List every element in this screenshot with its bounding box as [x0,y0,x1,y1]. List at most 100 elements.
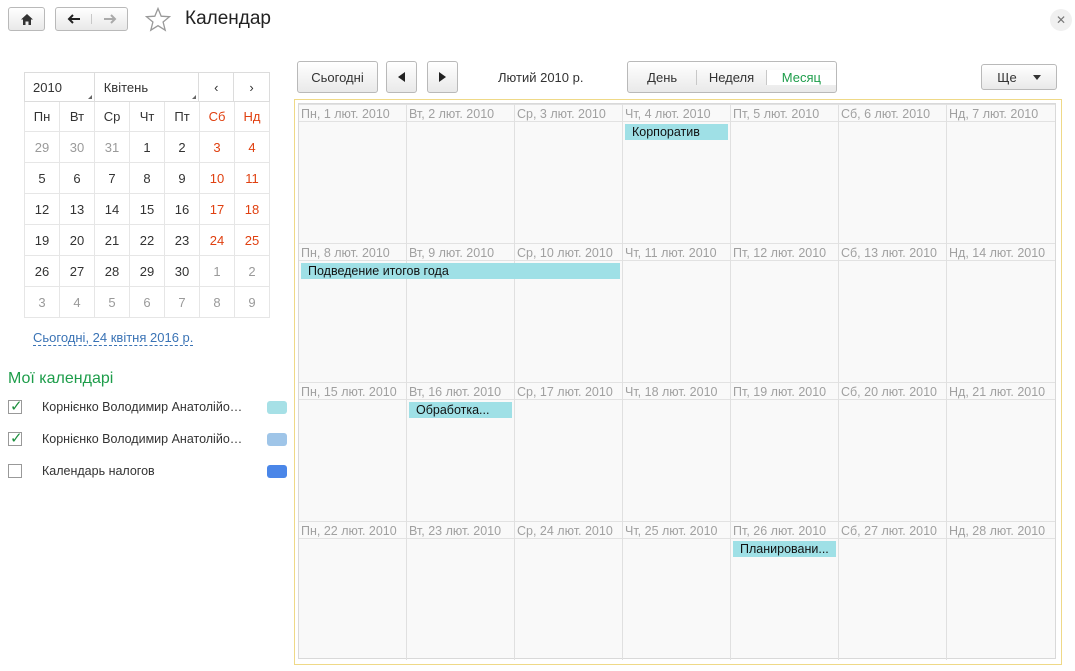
view-tab[interactable]: День [628,70,696,85]
forward-button[interactable] [91,14,127,24]
mini-calendar-day[interactable]: 22 [130,225,165,256]
mini-calendar-day[interactable]: 28 [95,256,130,287]
mini-calendar-day[interactable]: 9 [165,163,200,194]
calendar-day-cell[interactable]: Пт, 12 лют. 2010 [731,243,839,382]
mini-calendar-day[interactable]: 5 [25,163,60,194]
mini-calendar-day[interactable]: 16 [165,194,200,225]
mini-calendar-day[interactable]: 24 [200,225,235,256]
calendar-checkbox[interactable]: ✓ [8,430,23,447]
calendar-color-swatch[interactable] [267,432,287,446]
mini-calendar-day[interactable]: 6 [130,287,165,318]
day-header: Вт, 9 лют. 2010 [407,243,514,261]
calendar-day-cell[interactable]: Ср, 24 лют. 2010 [515,521,623,660]
mini-calendar-day[interactable]: 8 [130,163,165,194]
more-menu-button[interactable]: Ще [981,64,1057,90]
calendar-event[interactable]: Планировани... [733,541,836,557]
mini-calendar-day[interactable]: 20 [60,225,95,256]
mini-next-button[interactable]: › [234,73,269,101]
mini-calendar-day[interactable]: 29 [25,132,60,163]
calendar-day-cell[interactable]: Нд, 21 лют. 2010 [947,382,1055,521]
month-field[interactable]: Квітень [95,73,200,101]
history-navigation [55,7,128,31]
calendar-day-cell[interactable]: Вт, 23 лют. 2010 [407,521,515,660]
calendar-checkbox[interactable]: ✓ [8,398,23,415]
home-button[interactable] [8,7,45,31]
mini-calendar-day[interactable]: 2 [165,132,200,163]
mini-calendar-day[interactable]: 23 [165,225,200,256]
calendar-day-cell[interactable]: Нд, 28 лют. 2010 [947,521,1055,660]
mini-calendar-day[interactable]: 17 [200,194,235,225]
mini-calendar-day[interactable]: 26 [25,256,60,287]
calendar-day-cell[interactable]: Сб, 6 лют. 2010 [839,104,947,243]
mini-calendar-day[interactable]: 1 [200,256,235,287]
mini-prev-button[interactable]: ‹ [199,73,235,101]
calendar-name[interactable]: Корнієнко Володимир Анатолійович [42,432,247,446]
mini-calendar-day[interactable]: 21 [95,225,130,256]
back-button[interactable] [56,14,91,24]
calendar-day-cell[interactable]: Нд, 7 лют. 2010 [947,104,1055,243]
calendar-day-cell[interactable]: Пт, 5 лют. 2010 [731,104,839,243]
close-button[interactable]: ✕ [1050,9,1072,31]
day-header: Пн, 22 лют. 2010 [299,521,406,539]
calendar-event[interactable]: Корпоратив [625,124,728,140]
mini-calendar-day[interactable]: 11 [235,163,270,194]
next-period-button[interactable] [427,61,458,93]
day-header: Чт, 25 лют. 2010 [623,521,730,539]
mini-calendar-day[interactable]: 30 [165,256,200,287]
calendar-event[interactable]: Подведение итогов года [301,263,620,279]
mini-calendar-day[interactable]: 2 [235,256,270,287]
calendar-day-cell[interactable]: Вт, 2 лют. 2010 [407,104,515,243]
mini-calendar-day[interactable]: 4 [60,287,95,318]
calendar-day-cell[interactable]: Пн, 22 лют. 2010 [299,521,407,660]
calendar-day-cell[interactable]: Ср, 17 лют. 2010 [515,382,623,521]
mini-calendar-day[interactable]: 7 [95,163,130,194]
calendar-color-swatch[interactable] [267,464,287,478]
mini-calendar-day[interactable]: 9 [235,287,270,318]
calendar-color-swatch[interactable] [267,400,287,414]
mini-calendar-day[interactable]: 14 [95,194,130,225]
mini-calendar-day[interactable]: 30 [60,132,95,163]
year-field[interactable]: 2010 [25,73,95,101]
previous-period-button[interactable] [386,61,417,93]
mini-calendar-day[interactable]: 5 [95,287,130,318]
calendar-day-cell[interactable]: Сб, 20 лют. 2010 [839,382,947,521]
mini-calendar-day[interactable]: 7 [165,287,200,318]
mini-calendar-day[interactable]: 31 [95,132,130,163]
mini-calendar-day[interactable]: 27 [60,256,95,287]
calendar-day-cell[interactable]: Сб, 27 лют. 2010 [839,521,947,660]
mini-calendar-day[interactable]: 1 [130,132,165,163]
mini-calendar-day[interactable]: 12 [25,194,60,225]
today-link[interactable]: Сьогодні, 24 квітня 2016 р. [33,331,194,346]
day-header: Сб, 6 лют. 2010 [839,104,946,122]
mini-calendar-day[interactable]: 4 [235,132,270,163]
mini-calendar-day[interactable]: 25 [235,225,270,256]
calendar-day-cell[interactable]: Пн, 15 лют. 2010 [299,382,407,521]
mini-calendar-day[interactable]: 19 [25,225,60,256]
mini-calendar-day[interactable]: 6 [60,163,95,194]
year-value: 2010 [33,79,62,95]
view-tab[interactable]: Месяц [765,69,837,85]
mini-calendar-day[interactable]: 10 [200,163,235,194]
calendar-day-cell[interactable]: Чт, 25 лют. 2010 [623,521,731,660]
favorite-star-icon[interactable] [145,7,171,32]
mini-calendar-day[interactable]: 3 [25,287,60,318]
calendar-day-cell[interactable]: Нд, 14 лют. 2010 [947,243,1055,382]
calendar-day-cell[interactable]: Чт, 11 лют. 2010 [623,243,731,382]
mini-calendar-day[interactable]: 8 [200,287,235,318]
calendar-name[interactable]: Календарь налогов [42,464,247,478]
mini-calendar-day[interactable]: 29 [130,256,165,287]
calendar-day-cell[interactable]: Сб, 13 лют. 2010 [839,243,947,382]
calendar-day-cell[interactable]: Пн, 1 лют. 2010 [299,104,407,243]
calendar-name[interactable]: Корнієнко Володимир Анатолійович [42,400,247,414]
mini-calendar-day[interactable]: 13 [60,194,95,225]
mini-calendar-day[interactable]: 15 [130,194,165,225]
view-tab[interactable]: Неделя [696,69,765,85]
calendar-day-cell[interactable]: Чт, 18 лют. 2010 [623,382,731,521]
mini-calendar-day[interactable]: 18 [235,194,270,225]
mini-calendar-day[interactable]: 3 [200,132,235,163]
calendar-day-cell[interactable]: Ср, 3 лют. 2010 [515,104,623,243]
calendar-checkbox[interactable] [8,464,22,478]
calendar-day-cell[interactable]: Пт, 19 лют. 2010 [731,382,839,521]
calendar-event[interactable]: Обработка... [409,402,512,418]
today-button[interactable]: Сьогодні [297,61,378,93]
